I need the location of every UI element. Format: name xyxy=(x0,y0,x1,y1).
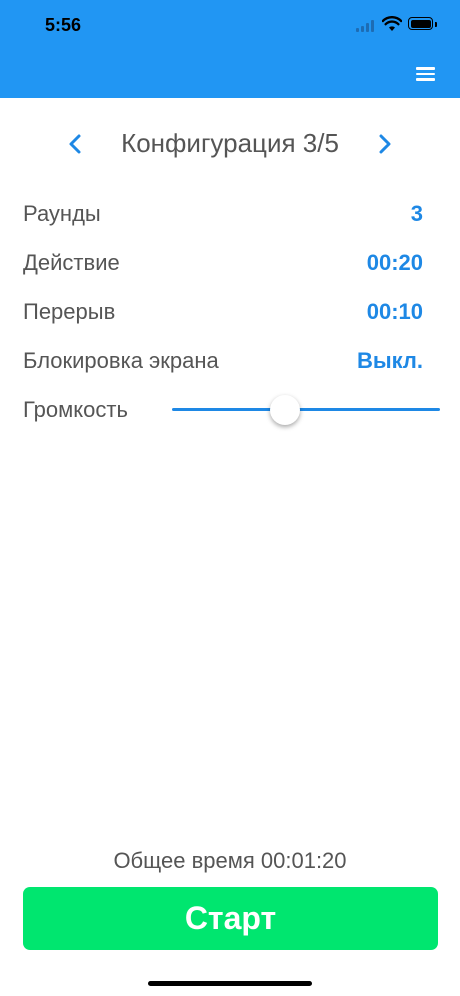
screen-lock-toggle[interactable]: Выкл. xyxy=(357,348,423,374)
rounds-value[interactable]: 3 xyxy=(411,201,423,227)
total-time: Общее время 00:01:20 xyxy=(113,848,347,873)
setting-label: Действие xyxy=(23,250,120,275)
home-indicator xyxy=(148,981,312,986)
action-time-value[interactable]: 00:20 xyxy=(367,250,423,276)
break-time-value[interactable]: 00:10 xyxy=(367,299,423,325)
setting-label: Раунды xyxy=(23,201,101,226)
start-button[interactable]: Старт xyxy=(23,887,438,950)
status-time: 5:56 xyxy=(45,15,82,35)
config-title: Конфигурация 3/5 xyxy=(121,128,339,158)
app-header: 5:56 xyxy=(0,0,460,98)
setting-screen-lock: Блокировка экрана Выкл. xyxy=(23,344,423,380)
setting-rounds: Раунды 3 xyxy=(23,197,423,233)
volume-slider-thumb[interactable] xyxy=(269,395,300,425)
setting-action: Действие 00:20 xyxy=(23,246,423,282)
cellular-signal-icon xyxy=(356,20,376,32)
chevron-right-icon[interactable] xyxy=(370,130,398,158)
wifi-icon xyxy=(382,16,402,31)
setting-label: Перерыв xyxy=(23,299,116,324)
chevron-left-icon[interactable] xyxy=(62,130,90,158)
volume-slider-track[interactable] xyxy=(172,408,440,411)
battery-icon xyxy=(408,17,433,30)
start-button-label: Старт xyxy=(184,900,277,936)
battery-cap xyxy=(435,22,437,27)
config-selector: Конфигурация 3/5 xyxy=(0,120,460,168)
setting-volume: Громкость xyxy=(23,393,173,429)
setting-break: Перерыв 00:10 xyxy=(23,295,423,331)
setting-label: Блокировка экрана xyxy=(23,348,219,373)
hamburger-menu-icon[interactable] xyxy=(414,64,438,84)
volume-label: Громкость xyxy=(23,397,128,422)
